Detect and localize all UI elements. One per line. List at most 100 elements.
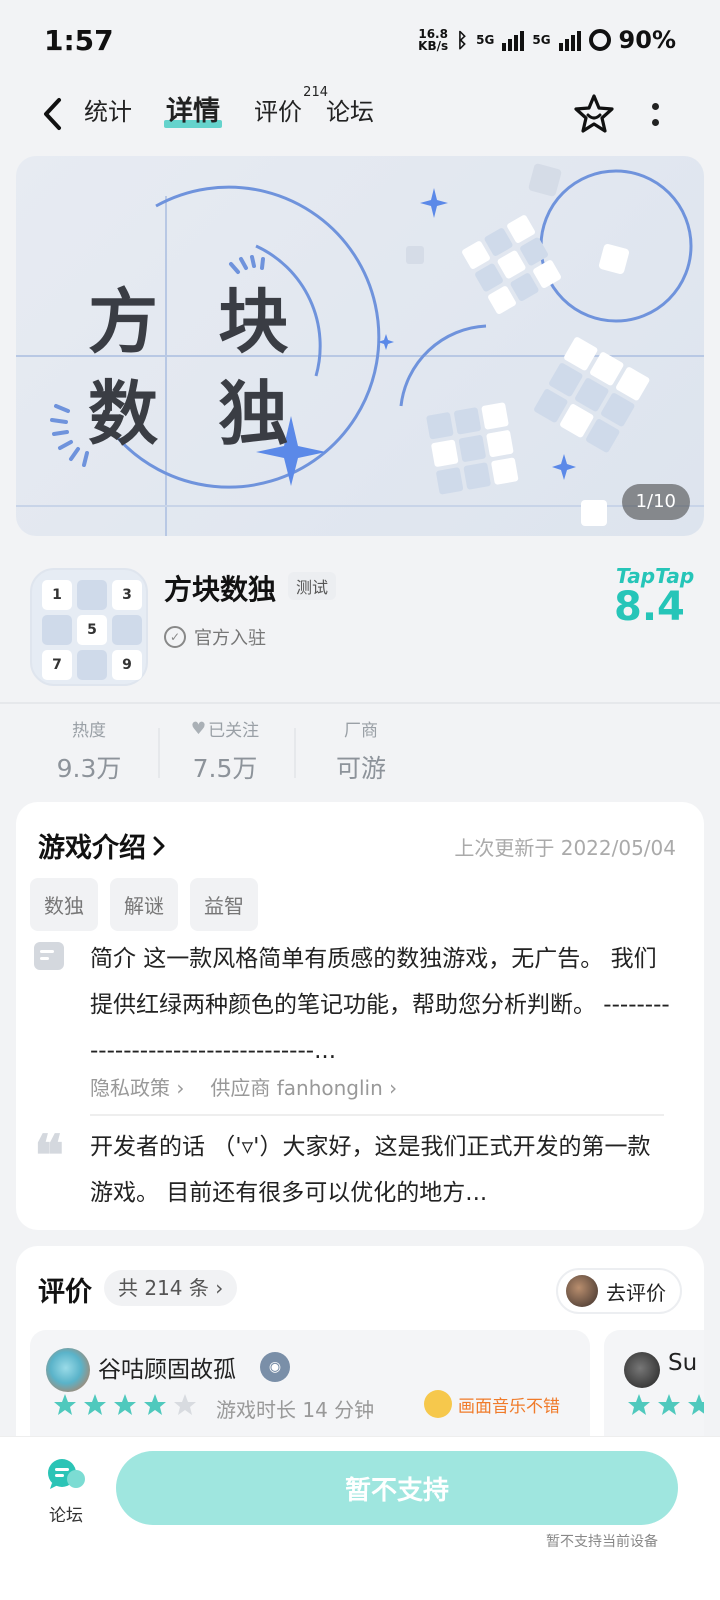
back-arrow-icon — [44, 98, 61, 130]
tab-forum[interactable]: 论坛 — [326, 92, 374, 132]
status-icons: 16.8 KB/s ᛒ 5G 5G 90% — [418, 26, 676, 54]
review-username: 谷咕顾固故孤 — [98, 1357, 236, 1383]
icon-cell: 3 — [112, 580, 142, 610]
avatar — [566, 1275, 598, 1307]
star-outline-icon — [574, 94, 614, 133]
check-circle-icon: ✓ — [164, 626, 186, 648]
net-speed-unit: KB/s — [418, 39, 449, 53]
tab-reviews-badge: 214 — [303, 85, 328, 100]
review-username: Su — [668, 1350, 698, 1376]
review-highlight-tag: 画面音乐不错 — [424, 1390, 560, 1418]
bluetooth-icon: ᛒ — [456, 28, 469, 52]
star-filled-icon — [688, 1394, 704, 1415]
quote-icon: ❝ — [34, 1123, 65, 1189]
divider — [90, 1114, 664, 1116]
playtime: 游戏时长 14 分钟 — [216, 1398, 375, 1422]
chevron-right-icon — [153, 836, 165, 855]
official-label: 官方入驻 — [194, 628, 266, 649]
unsupported-note: 暂不支持当前设备 — [546, 1534, 658, 1550]
more-options-button[interactable] — [645, 94, 665, 134]
net-speed: 16.8 KB/s — [418, 28, 448, 52]
banner-counter: 1/10 — [621, 484, 690, 520]
star-filled-icon — [144, 1394, 166, 1415]
star-filled-icon — [114, 1394, 136, 1415]
more-dot-icon — [651, 102, 659, 110]
intro-title-label: 游戏介绍 — [38, 833, 146, 864]
signal-icon — [502, 29, 525, 51]
icon-cell: 1 — [42, 580, 72, 610]
forum-button[interactable]: 论坛 — [44, 1457, 88, 1526]
review-highlight-label: 画面音乐不错 — [458, 1396, 560, 1417]
icon-cell — [112, 615, 142, 645]
bottom-action-bar: 论坛 暂不支持 暂不支持当前设备 — [0, 1436, 720, 1600]
reviews-title: 评价 — [38, 1277, 92, 1308]
battery-percent: 90% — [618, 26, 676, 54]
status-time: 1:57 — [44, 23, 114, 57]
star-empty-icon — [174, 1394, 196, 1415]
genre-tag[interactable]: 数独 — [30, 878, 98, 931]
battery-icon — [588, 29, 611, 51]
tab-details[interactable]: 详情 — [164, 92, 222, 132]
intro-summary[interactable]: 简介 这一款风格简单有质感的数独游戏，无广告。 我们提供红绿两种颜色的笔记功能，… — [90, 936, 670, 1074]
tab-stats[interactable]: 统计 — [84, 92, 132, 132]
more-dot-icon — [651, 118, 659, 126]
icon-cell: 5 — [77, 615, 107, 645]
network-label-2: 5G — [532, 33, 551, 47]
app-name: 方块数独 — [164, 573, 277, 606]
screenshot-banner[interactable]: 方 块 数 独 1/10 — [16, 156, 704, 536]
supplier-link-label: 供应商 fanhonglin — [210, 1076, 383, 1100]
stat-label: 已关注 — [208, 721, 260, 741]
unsupported-button[interactable]: 暂不支持 — [116, 1451, 678, 1525]
game-intro-card: 游戏介绍 上次更新于 2022/05/04 数独 解谜 益智 简介 这一款风格简… — [16, 802, 704, 1230]
tab-reviews-label: 评价 — [254, 98, 302, 126]
genre-tags: 数独 解谜 益智 — [30, 878, 258, 931]
developer-note[interactable]: 开发者的话 （'▿'）大家好，这是我们正式开发的第一款游戏。 目前还有很多可以优… — [90, 1124, 670, 1216]
tab-reviews[interactable]: 评价 214 — [254, 86, 328, 132]
privacy-link-label: 隐私政策 — [90, 1076, 170, 1100]
banner-title-line2: 数 独 — [88, 373, 307, 455]
stat-value: 7.5万 — [192, 754, 258, 783]
forum-label: 论坛 — [49, 1506, 83, 1526]
favorite-button[interactable] — [572, 92, 616, 136]
description-icon — [34, 942, 64, 970]
intro-links: 隐私政策 › 供应商 fanhonglin › — [90, 1072, 397, 1101]
banner-title-line1: 方 块 — [88, 281, 307, 363]
stat-vendor[interactable]: 厂商 可游 — [296, 716, 426, 785]
intro-title[interactable]: 游戏介绍 — [38, 826, 166, 865]
stat-label: 厂商 — [344, 721, 378, 741]
nav-tabs: 统计 详情 评价 214 论坛 — [84, 86, 374, 132]
supplier-link[interactable]: 供应商 fanhonglin › — [210, 1072, 397, 1101]
banner-title: 方 块 数 独 — [88, 276, 306, 460]
avatar — [624, 1352, 660, 1388]
update-date: 上次更新于 2022/05/04 — [454, 836, 676, 860]
star-filled-icon — [84, 1394, 106, 1415]
stat-followers[interactable]: ♥ 已关注 7.5万 — [160, 716, 290, 785]
genre-tag[interactable]: 解谜 — [110, 878, 178, 931]
stat-popularity[interactable]: 热度 9.3万 — [24, 716, 154, 785]
stat-label: 热度 — [72, 721, 106, 741]
icon-cell — [77, 650, 107, 680]
privacy-policy-link[interactable]: 隐私政策 › — [90, 1072, 184, 1101]
icon-cell — [77, 580, 107, 610]
rating-score[interactable]: 8.4 — [614, 584, 685, 630]
gamepad-icon: ◉ — [260, 1352, 290, 1382]
app-info: 1 3 5 7 9 方块数独 测试 ✓ 官方入驻 TapTap 8.4 — [0, 540, 720, 700]
back-button[interactable] — [34, 96, 70, 132]
top-nav: 统计 详情 评价 214 论坛 — [0, 80, 720, 150]
genre-tag[interactable]: 益智 — [190, 878, 258, 931]
star-filled-icon — [658, 1394, 680, 1415]
heart-icon: ♥ — [190, 718, 207, 739]
icon-cell: 7 — [42, 650, 72, 680]
avatar — [46, 1348, 90, 1392]
stat-value: 可游 — [335, 754, 386, 783]
signal-icon-2 — [558, 29, 581, 51]
reviews-count[interactable]: 共 214 条 › — [104, 1270, 238, 1306]
icon-cell — [42, 615, 72, 645]
network-label-1: 5G — [476, 33, 495, 47]
write-review-button[interactable]: 去评价 — [556, 1268, 682, 1314]
stats-row: 热度 9.3万 ♥ 已关注 7.5万 厂商 可游 — [0, 710, 720, 798]
app-icon: 1 3 5 7 9 — [30, 568, 148, 686]
star-rating — [52, 1392, 198, 1418]
smile-icon — [424, 1390, 452, 1418]
star-filled-icon — [628, 1394, 650, 1415]
